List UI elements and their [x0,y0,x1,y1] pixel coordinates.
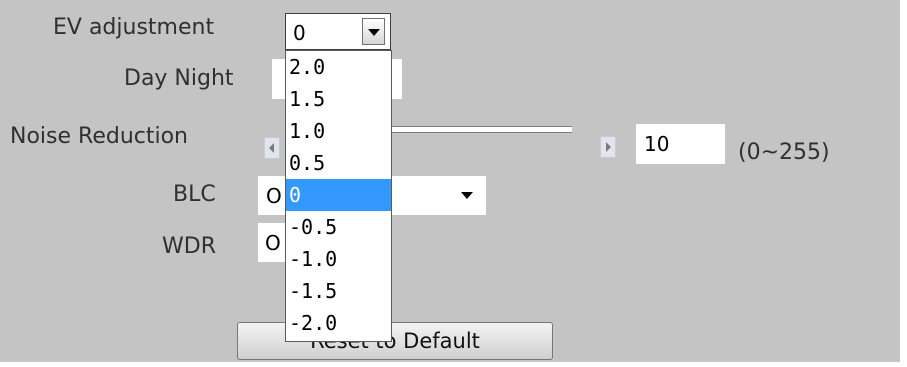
noise-reduction-label: Noise Reduction [10,124,188,149]
blc-label: BLC [173,182,216,207]
ev-option-selected[interactable]: 0 [286,179,391,211]
ev-option[interactable]: 1.5 [286,83,391,115]
arrow-left-icon [269,143,274,153]
ev-option[interactable]: 0.5 [286,147,391,179]
wdr-selected-value: O [265,231,281,255]
ev-option[interactable]: -1.5 [286,275,391,307]
noise-reduction-value-input[interactable]: 10 [636,124,725,164]
ev-option[interactable]: -2.0 [286,307,391,339]
slider-decrease-button[interactable] [264,137,280,159]
settings-panel: EV adjustment 0 Day Night Noise Reductio… [0,0,900,362]
day-night-label: Day Night [124,66,234,91]
wdr-label: WDR [162,234,216,259]
ev-adjustment-label: EV adjustment [53,15,215,40]
chevron-down-icon [461,192,473,199]
ev-option[interactable]: 1.0 [286,115,391,147]
ev-dropdown-list: 2.0 1.5 1.0 0.5 0 -0.5 -1.0 -1.5 -2.0 [285,50,392,342]
ev-option[interactable]: -1.0 [286,243,391,275]
ev-selected-value: 0 [293,21,306,45]
noise-reduction-range: (0~255) [738,140,830,165]
ev-adjustment-select[interactable]: 0 [285,13,391,50]
noise-reduction-value: 10 [644,132,670,156]
ev-option[interactable]: 2.0 [286,51,391,83]
ev-option[interactable]: -0.5 [286,211,391,243]
slider-increase-button[interactable] [600,136,616,158]
blc-selected-value: O [266,184,282,208]
chevron-down-icon [368,29,380,36]
arrow-right-icon [606,142,611,152]
ev-dropdown-button[interactable] [362,18,385,45]
noise-reduction-slider-track[interactable] [392,126,572,133]
